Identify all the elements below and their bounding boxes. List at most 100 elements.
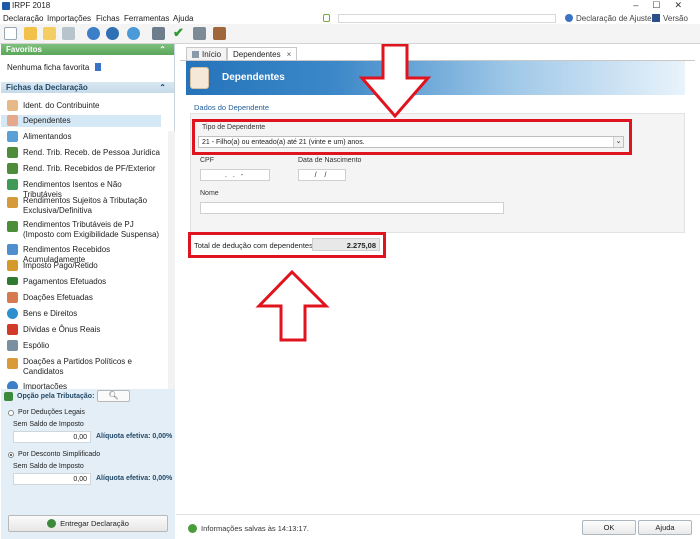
ficha-bens-direitos[interactable]: Bens e Direitos xyxy=(1,308,161,320)
family-icon xyxy=(7,115,18,126)
cpf-label: CPF xyxy=(200,157,214,164)
ajuda-button[interactable]: Ajuda xyxy=(638,520,692,535)
highlight-total-deducao xyxy=(188,232,386,258)
ficha-rend-tributacao-exclusiva[interactable]: Rendimentos Sujeitos à Tributação Exclus… xyxy=(1,195,161,217)
lock-icon xyxy=(323,14,330,22)
irpf-window: IRPF 2018 –☐✕ Declaração Importações Fic… xyxy=(0,0,700,539)
sidebar: Favoritos ⌃ Nenhuma ficha favorita Ficha… xyxy=(0,44,175,539)
cpf-field[interactable]: . . - xyxy=(200,169,270,181)
ficha-rend-trib-pj[interactable]: Rend. Trib. Receb. de Pessoa Jurídica xyxy=(1,147,161,159)
collapse-icon[interactable]: ⌃ xyxy=(159,83,166,92)
data-nascimento-field[interactable]: / / xyxy=(298,169,346,181)
ficha-pagamentos[interactable]: Pagamentos Efetuados xyxy=(1,276,161,288)
simplificado-aliquota: Alíquota efetiva: 0,00% xyxy=(96,475,173,482)
title-bar: IRPF 2018 –☐✕ xyxy=(0,0,700,12)
status-bar: Informações salvas às 14:13:17. OK Ajuda xyxy=(176,514,700,539)
page-title: Dependentes xyxy=(222,72,285,83)
section-title: Dados do Dependente xyxy=(194,103,270,112)
folder-icon[interactable] xyxy=(43,27,56,40)
menu-ferramentas[interactable]: Ferramentas xyxy=(124,14,169,23)
search-button[interactable]: 🔍︎ xyxy=(97,390,130,402)
person-icon xyxy=(7,100,18,111)
highlight-tipo-dependente xyxy=(192,119,632,155)
import-icon[interactable] xyxy=(87,27,100,40)
receipt-icon xyxy=(7,260,18,271)
calculator-icon[interactable] xyxy=(193,27,206,40)
accumulate-icon xyxy=(7,244,18,255)
entregar-declaracao-button[interactable]: Entregar Declaração xyxy=(8,515,168,532)
fichas-list: Ident. do Contribuinte Dependentes Alime… xyxy=(1,96,168,394)
open-folder-icon[interactable] xyxy=(24,27,37,40)
ficha-imposto-pago[interactable]: Imposto Pago/Retido xyxy=(1,260,161,272)
deducoes-aliquota: Alíquota efetiva: 0,00% xyxy=(96,433,173,440)
radio-desconto-simplificado[interactable] xyxy=(8,452,14,458)
arrow-down-annotation xyxy=(358,44,432,119)
deducoes-saldo-label: Sem Saldo de Imposto xyxy=(13,421,84,428)
menu-importacoes[interactable]: Importações xyxy=(47,14,91,23)
info-icon xyxy=(94,63,101,71)
version-icon xyxy=(652,14,660,22)
ficha-dependentes[interactable]: Dependentes xyxy=(1,115,161,127)
window-controls[interactable]: –☐✕ xyxy=(633,0,696,11)
ficha-alimentandos[interactable]: Alimentandos xyxy=(1,131,161,143)
people-icon xyxy=(7,131,18,142)
menu-ajuda[interactable]: Ajuda xyxy=(173,14,193,23)
collapse-icon[interactable]: ⌃ xyxy=(159,45,166,54)
close-tab-icon[interactable]: × xyxy=(287,50,292,59)
menu-fichas[interactable]: Fichas xyxy=(96,14,120,23)
ficha-rend-exigibilidade-suspensa[interactable]: Rendimentos Tributáveis de PJ (Imposto c… xyxy=(1,219,161,241)
coins-icon xyxy=(7,197,18,208)
ficha-rend-acumuladamente[interactable]: Rendimentos Recebidos Acumuladamente xyxy=(1,244,161,264)
arrow-down-icon xyxy=(7,324,18,335)
status-message: Informações salvas às 14:13:17. xyxy=(201,524,309,533)
ficha-dividas[interactable]: Dívidas e Ônus Reais xyxy=(1,324,161,336)
menu-bar: Declaração Importações Fichas Ferramenta… xyxy=(0,12,700,32)
data-nascimento-label: Data de Nascimento xyxy=(298,157,362,164)
main-area: Início Dependentes × Dependentes Dados do… xyxy=(176,44,700,539)
radio-deducoes-legais[interactable] xyxy=(8,410,14,416)
search-input[interactable] xyxy=(338,14,556,23)
donation-icon xyxy=(7,292,18,303)
sidebar-scrollbar[interactable] xyxy=(168,131,175,429)
nome-field[interactable] xyxy=(200,202,504,214)
money-icon xyxy=(7,221,18,232)
export-icon[interactable] xyxy=(106,27,119,40)
print-icon[interactable] xyxy=(152,27,165,40)
ficha-doacoes-partidos[interactable]: Doações a Partidos Políticos e Candidato… xyxy=(1,356,161,378)
menu-declaracao[interactable]: Declaração xyxy=(3,14,43,23)
ok-button[interactable]: OK xyxy=(582,520,636,535)
home-icon xyxy=(192,51,199,58)
deducoes-value-field: 0,00 xyxy=(13,431,91,443)
globe-icon xyxy=(7,308,18,319)
hand-icon xyxy=(7,358,18,369)
opcao-title: Opção pela Tributação: xyxy=(17,393,95,400)
money-icon xyxy=(7,163,18,174)
banknote-icon xyxy=(7,277,18,285)
tab-inicio[interactable]: Início xyxy=(186,47,228,60)
ficha-doacoes[interactable]: Doações Efetuadas xyxy=(1,292,161,304)
ficha-ident-contribuinte[interactable]: Ident. do Contribuinte xyxy=(1,100,161,112)
tab-dependentes[interactable]: Dependentes × xyxy=(227,47,298,60)
check-icon[interactable]: ✔ xyxy=(173,26,186,40)
family-icon xyxy=(190,67,209,89)
app-logo-icon xyxy=(2,2,10,10)
window-title: IRPF 2018 xyxy=(12,1,51,10)
ficha-rend-trib-pf[interactable]: Rend. Trib. Recebidos de PF/Exterior xyxy=(1,163,161,175)
ficha-espolio[interactable]: Espólio xyxy=(1,340,161,352)
book-icon[interactable] xyxy=(213,27,226,40)
globe-icon xyxy=(565,14,573,22)
user-search-icon[interactable] xyxy=(127,27,140,40)
document-icon xyxy=(7,340,18,351)
simplificado-saldo-label: Sem Saldo de Imposto xyxy=(13,463,84,470)
new-file-icon[interactable] xyxy=(4,27,17,40)
money-icon xyxy=(7,147,18,158)
deducoes-label: Por Deduções Legais xyxy=(18,409,85,416)
tributacao-icon xyxy=(4,392,13,401)
fichas-header[interactable]: Fichas da Declaração ⌃ xyxy=(1,82,174,93)
arrow-up-annotation xyxy=(255,270,330,342)
trash-icon[interactable] xyxy=(62,27,75,40)
declaracao-ajuste-link[interactable]: Declaração de Ajuste xyxy=(565,14,652,23)
ficha-rend-isentos[interactable]: Rendimentos Isentos e Não Tributáveis xyxy=(1,179,161,199)
favoritos-header[interactable]: Favoritos ⌃ xyxy=(1,44,174,55)
simplificado-label: Por Desconto Simplificado xyxy=(18,451,101,458)
